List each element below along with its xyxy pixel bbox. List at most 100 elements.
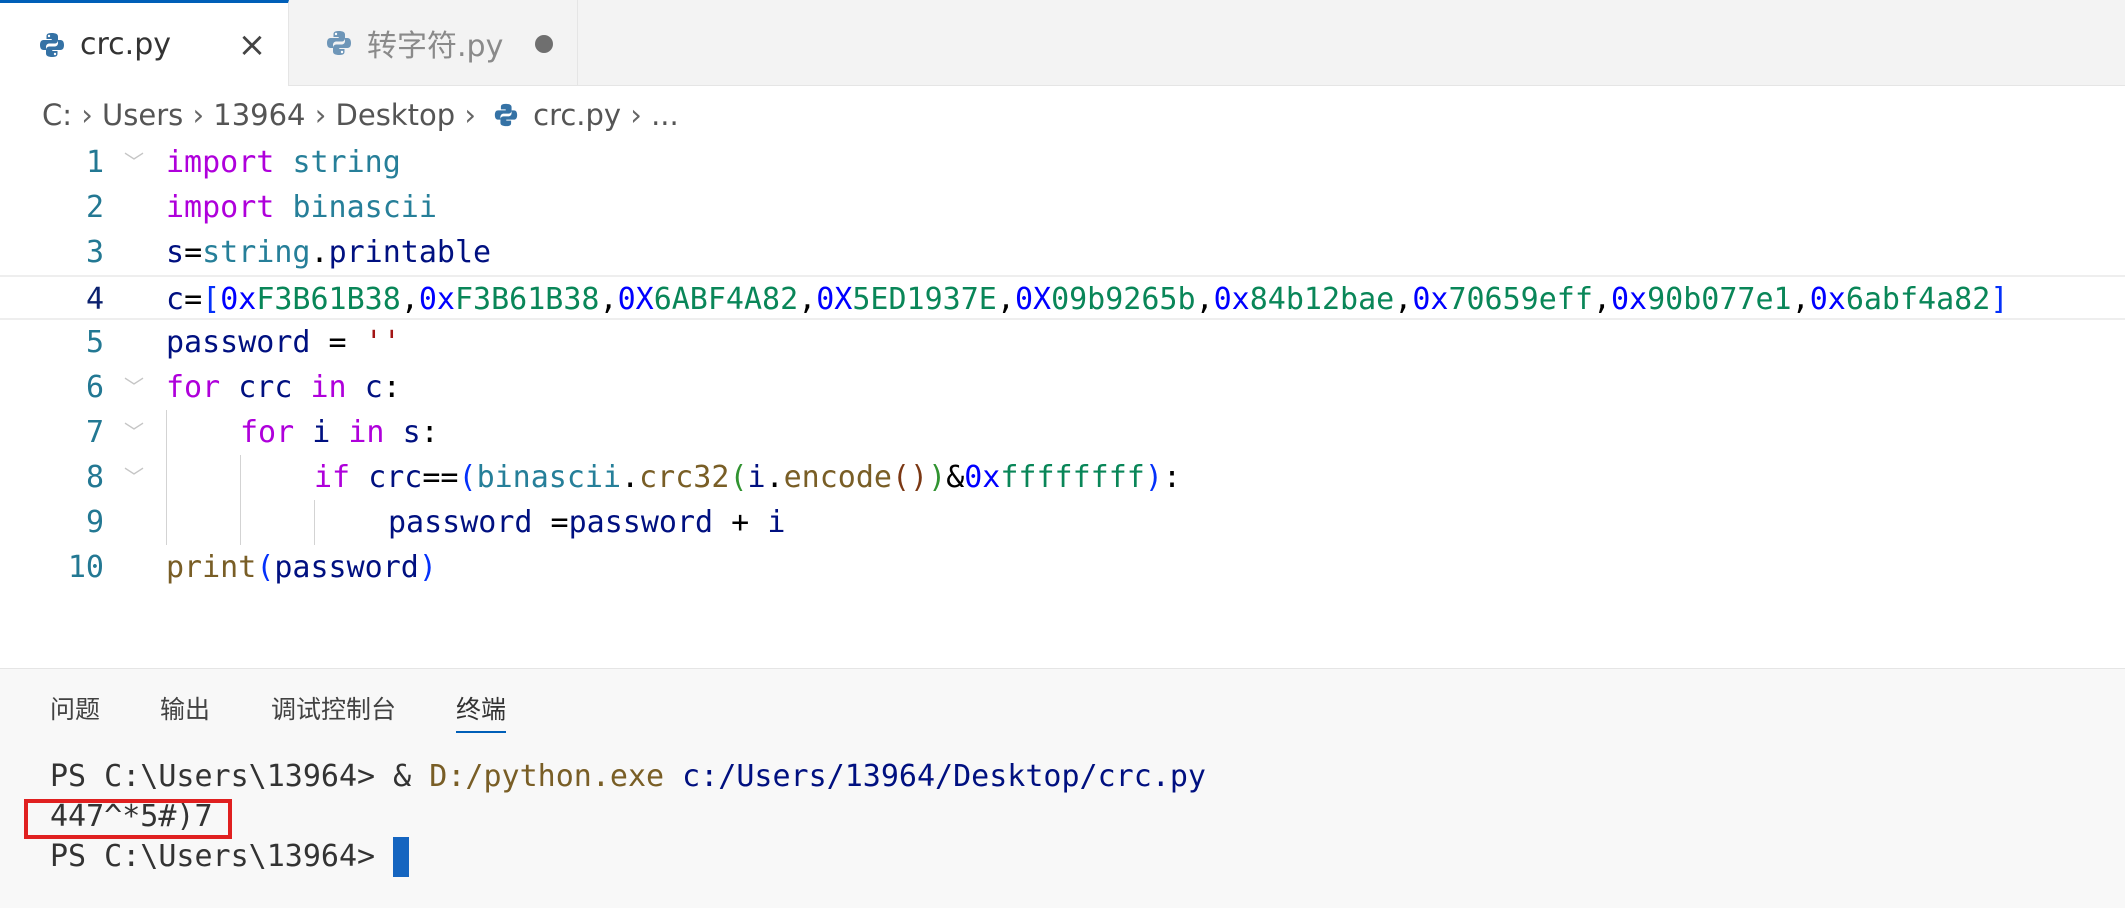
line-number: 4 <box>85 282 104 317</box>
tab-label: crc.py <box>80 27 171 62</box>
comma: , <box>996 282 1015 317</box>
hex-prefix: 0x <box>1611 282 1648 317</box>
code-line: 7 ﹀ for i in s: <box>0 410 2125 455</box>
module-name: string <box>292 145 401 180</box>
line-number: 10 <box>67 550 104 585</box>
variable: s <box>402 415 421 450</box>
variable: crc <box>368 460 423 495</box>
hex-prefix: 0x <box>220 282 257 317</box>
number-literal: 6ABF4A82 <box>653 282 799 317</box>
comma: , <box>798 282 817 317</box>
operator: : <box>382 370 401 405</box>
operator: + <box>713 505 768 540</box>
operator: . <box>621 460 640 495</box>
code-line: 6 ﹀ for crc in c: <box>0 365 2125 410</box>
bracket: ) <box>1144 460 1163 495</box>
fold-chevron-icon[interactable]: ﹀ <box>124 418 144 446</box>
number-literal: 5ED1937E <box>852 282 997 317</box>
terminal-prompt: PS C:\Users\13964> <box>50 839 394 874</box>
operator: : <box>420 415 439 450</box>
chevron-right-icon: › <box>192 98 205 132</box>
highlight-box <box>24 799 232 839</box>
variable: password <box>388 505 533 540</box>
line-number: 6 <box>85 370 104 405</box>
variable: crc <box>238 370 293 405</box>
hex-prefix: 0x <box>1809 282 1846 317</box>
code-text: import string <box>166 140 401 185</box>
tab-output[interactable]: 输出 <box>160 693 210 727</box>
line-number: 2 <box>85 190 104 225</box>
code-text: if crc==(binascii.crc32(i.encode())&0xff… <box>314 455 1181 500</box>
line-number: 8 <box>85 460 104 495</box>
code-text: s=string.printable <box>166 230 491 275</box>
code-line-current: 4 c=[0xF3B61B38,0xF3B61B38,0X6ABF4A82,0X… <box>0 275 2125 320</box>
hex-prefix: 0X <box>816 282 853 317</box>
python-file-icon <box>40 32 64 57</box>
function-name: encode <box>783 460 892 495</box>
code-text: print(password) <box>166 545 437 590</box>
tab-label: 转字符.py <box>367 28 504 64</box>
fold-chevron-icon[interactable]: ﹀ <box>124 373 144 401</box>
hex-prefix: 0X <box>1014 282 1052 317</box>
operator: = <box>310 325 365 360</box>
operator: . <box>765 460 784 495</box>
keyword: if <box>314 460 351 495</box>
number-literal: 70659eff <box>1448 282 1593 317</box>
tab-terminal[interactable]: 终端 <box>456 693 507 733</box>
code-line: 2 import binascii <box>0 185 2125 230</box>
operator: . <box>310 235 329 270</box>
operator: & <box>946 460 965 495</box>
module-name: binascii <box>292 190 437 225</box>
terminal-operator: & <box>393 759 430 794</box>
variable: i <box>767 505 786 540</box>
code-editor[interactable]: 1 ﹀ import string 2 import binascii 3 s=… <box>0 140 2125 664</box>
tab-zhuanzifu-py[interactable]: 转字符.py <box>289 0 578 85</box>
fold-chevron-icon[interactable]: ﹀ <box>124 463 144 491</box>
breadcrumb: C: › Users › 13964 › Desktop › crc.py › … <box>42 90 679 140</box>
module-name: binascii <box>476 460 622 495</box>
fold-chevron-icon[interactable]: ﹀ <box>124 148 144 176</box>
chevron-right-icon: › <box>314 98 327 132</box>
bracket: ] <box>1990 282 2009 317</box>
close-icon[interactable]: × <box>236 28 268 62</box>
breadcrumb-item-users[interactable]: Users <box>102 98 183 132</box>
bracket: ( <box>256 550 275 585</box>
number-literal: ffffffff <box>1000 460 1145 495</box>
chevron-right-icon: › <box>81 98 93 132</box>
number-literal: F3B61B38 <box>256 282 401 317</box>
number-literal: 90b077e1 <box>1647 282 1792 317</box>
code-line: 3 s=string.printable <box>0 230 2125 275</box>
breadcrumb-item-symbols[interactable]: ... <box>651 98 679 132</box>
code-line: 5 password = '' <box>0 320 2125 365</box>
code-line: 9 password =password + i <box>0 500 2125 545</box>
hex-prefix: 0x <box>1213 282 1250 317</box>
tab-crc-py[interactable]: crc.py × <box>0 0 289 86</box>
breadcrumb-item-file[interactable]: crc.py <box>533 98 621 132</box>
operator: : <box>1162 460 1181 495</box>
tab-debug-console[interactable]: 调试控制台 <box>271 693 396 727</box>
function-name: crc32 <box>639 460 730 495</box>
bottom-panel: 问题 输出 调试控制台 终端 PS C:\Users\13964> & D:/p… <box>0 668 2125 908</box>
keyword: in <box>310 370 347 405</box>
operator: = <box>184 235 203 270</box>
tab-problems[interactable]: 问题 <box>50 693 100 727</box>
python-file-icon <box>494 103 518 127</box>
breadcrumb-item-drive[interactable]: C: <box>42 98 72 132</box>
number-literal: 84b12bae <box>1249 282 1395 317</box>
operator: = <box>532 505 569 540</box>
breadcrumb-item-user[interactable]: 13964 <box>213 98 305 132</box>
breadcrumb-item-desktop[interactable]: Desktop <box>336 98 456 132</box>
keyword: for <box>166 370 221 405</box>
terminal-cursor[interactable] <box>393 837 410 877</box>
attribute: printable <box>328 235 492 270</box>
unsaved-dot-icon[interactable] <box>535 35 553 53</box>
variable: s <box>166 235 185 270</box>
variable: password <box>274 550 419 585</box>
line-number: 5 <box>85 325 104 360</box>
hex-prefix: 0x <box>418 282 455 317</box>
bracket: ( <box>729 460 748 495</box>
terminal-line: PS C:\Users\13964> & D:/python.exe c:/Us… <box>50 757 1206 797</box>
hex-prefix: 0X <box>617 282 654 317</box>
bracket: [ <box>202 282 221 317</box>
comma: , <box>1195 282 1214 317</box>
